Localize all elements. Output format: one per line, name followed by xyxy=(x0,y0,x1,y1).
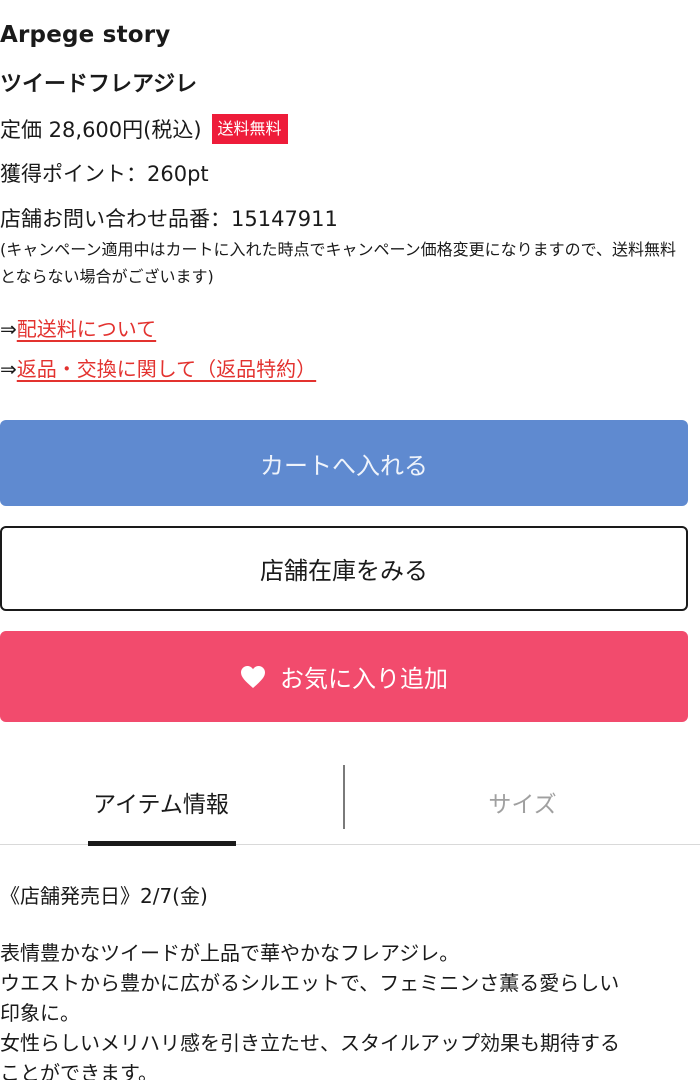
product-detail-page: Arpege story ツイードフレアジレ 定価 28,600円(税込) 送料… xyxy=(0,0,700,1080)
shipping-link-row: ⇒配送料について xyxy=(0,313,156,342)
add-favorite-button[interactable]: お気に入り追加 xyxy=(0,631,688,722)
description-line: 女性らしいメリハリ感を引き立たせ、スタイルアップ効果も期待する xyxy=(0,1031,620,1055)
add-to-cart-button[interactable]: カートへ入れる xyxy=(0,420,688,506)
add-to-cart-label: カートへ入れる xyxy=(260,451,428,480)
description-line: ウエストから豊かに広がるシルエットで、フェミニンさ薫る愛らしい xyxy=(0,971,620,995)
active-tab-indicator xyxy=(88,841,236,846)
store-stock-button[interactable]: 店舗在庫をみる xyxy=(0,526,688,611)
brand-name[interactable]: Arpege story xyxy=(0,22,171,48)
returns-policy-link[interactable]: 返品・交換に関して（返品特約） xyxy=(17,357,316,381)
tab-size[interactable]: サイズ xyxy=(345,760,700,844)
returns-link-row: ⇒返品・交換に関して（返品特約） xyxy=(0,353,316,382)
tab-item-info[interactable]: アイテム情報 xyxy=(0,760,322,844)
shipping-fee-link[interactable]: 配送料について xyxy=(17,317,156,341)
price-row: 定価 28,600円(税込) 送料無料 xyxy=(0,113,288,145)
campaign-note: (キャンペーン適用中はカートに入れた時点でキャンペーン価格変更になりますので、送… xyxy=(0,240,677,286)
description-line: 表情豊かなツイードが上品で華やかなフレアジレ。 xyxy=(0,941,460,965)
free-shipping-badge: 送料無料 xyxy=(211,114,288,144)
points-text: 獲得ポイント：260pt xyxy=(0,162,209,186)
store-stock-label: 店舗在庫をみる xyxy=(260,557,428,585)
product-title: ツイードフレアジレ xyxy=(0,72,198,97)
price-text: 定価 28,600円(税込) xyxy=(0,118,202,142)
heart-icon xyxy=(240,665,266,689)
detail-tabs: アイテム情報 サイズ xyxy=(0,760,700,846)
add-favorite-label: お気に入り追加 xyxy=(280,665,448,693)
item-description: 表情豊かなツイードが上品で華やかなフレアジレ。 ウエストから豊かに広がるシルエッ… xyxy=(0,938,690,1080)
item-number-text: 店舗お問い合わせ品番：15147911 xyxy=(0,207,338,231)
arrow-icon: ⇒ xyxy=(0,357,17,381)
description-line: 印象に。 xyxy=(0,1001,80,1025)
release-date: 《店舗発売日》2/7(金) xyxy=(0,884,208,908)
description-line: ことができます。 xyxy=(0,1061,158,1080)
arrow-icon: ⇒ xyxy=(0,317,17,341)
